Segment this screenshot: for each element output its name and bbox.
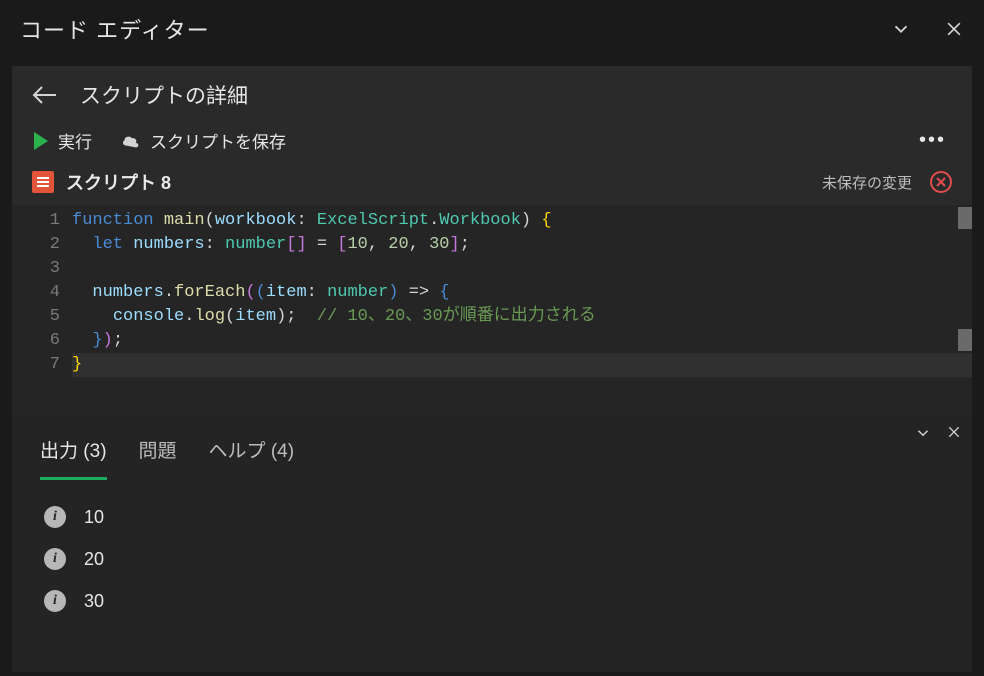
tab-help[interactable]: ヘルプ (4): [209, 436, 295, 477]
code-editor[interactable]: 1 2 3 4 5 6 7 function main(workbook: Ex…: [12, 205, 972, 416]
code-content[interactable]: function main(workbook: ExcelScript.Work…: [72, 205, 972, 416]
more-options-button[interactable]: •••: [919, 129, 952, 152]
info-icon: i: [44, 506, 66, 528]
output-line: i 20: [44, 548, 940, 570]
save-script-button[interactable]: スクリプトを保存: [120, 128, 286, 153]
info-icon: i: [44, 548, 66, 570]
close-icon[interactable]: [946, 424, 962, 447]
panel-tabs: 出力 (3) 問題 ヘルプ (4): [12, 416, 972, 480]
title-bar: コード エディター: [0, 0, 984, 58]
back-arrow-icon[interactable]: [32, 84, 58, 106]
scrollbar-marker[interactable]: [958, 329, 972, 351]
play-icon: [32, 131, 50, 151]
script-name: スクリプト 8: [66, 169, 810, 195]
editor-area: スクリプトの詳細 実行 スクリプトを保存 ••• スクリプト 8 未保存の変更 …: [12, 66, 972, 416]
cloud-save-icon: [120, 132, 142, 150]
line-number-gutter: 1 2 3 4 5 6 7: [12, 205, 72, 416]
scrollbar-marker[interactable]: [958, 207, 972, 229]
page-title: スクリプトの詳細: [80, 80, 248, 110]
output-panel: 出力 (3) 問題 ヘルプ (4) i 10 i 20 i 30: [12, 416, 972, 672]
output-list: i 10 i 20 i 30: [12, 480, 972, 638]
error-badge-icon[interactable]: [930, 171, 952, 193]
output-line: i 30: [44, 590, 940, 612]
tab-problems[interactable]: 問題: [139, 436, 177, 477]
chevron-down-icon[interactable]: [914, 424, 932, 447]
window-title: コード エディター: [20, 13, 210, 45]
chevron-down-icon[interactable]: [890, 18, 912, 40]
run-button[interactable]: 実行: [32, 128, 92, 153]
output-line: i 10: [44, 506, 940, 528]
close-icon[interactable]: [944, 19, 964, 39]
script-file-icon: [32, 171, 54, 193]
info-icon: i: [44, 590, 66, 612]
toolbar: 実行 スクリプトを保存 •••: [12, 120, 972, 161]
tab-output[interactable]: 出力 (3): [40, 436, 107, 480]
unsaved-label: 未保存の変更: [822, 172, 912, 193]
